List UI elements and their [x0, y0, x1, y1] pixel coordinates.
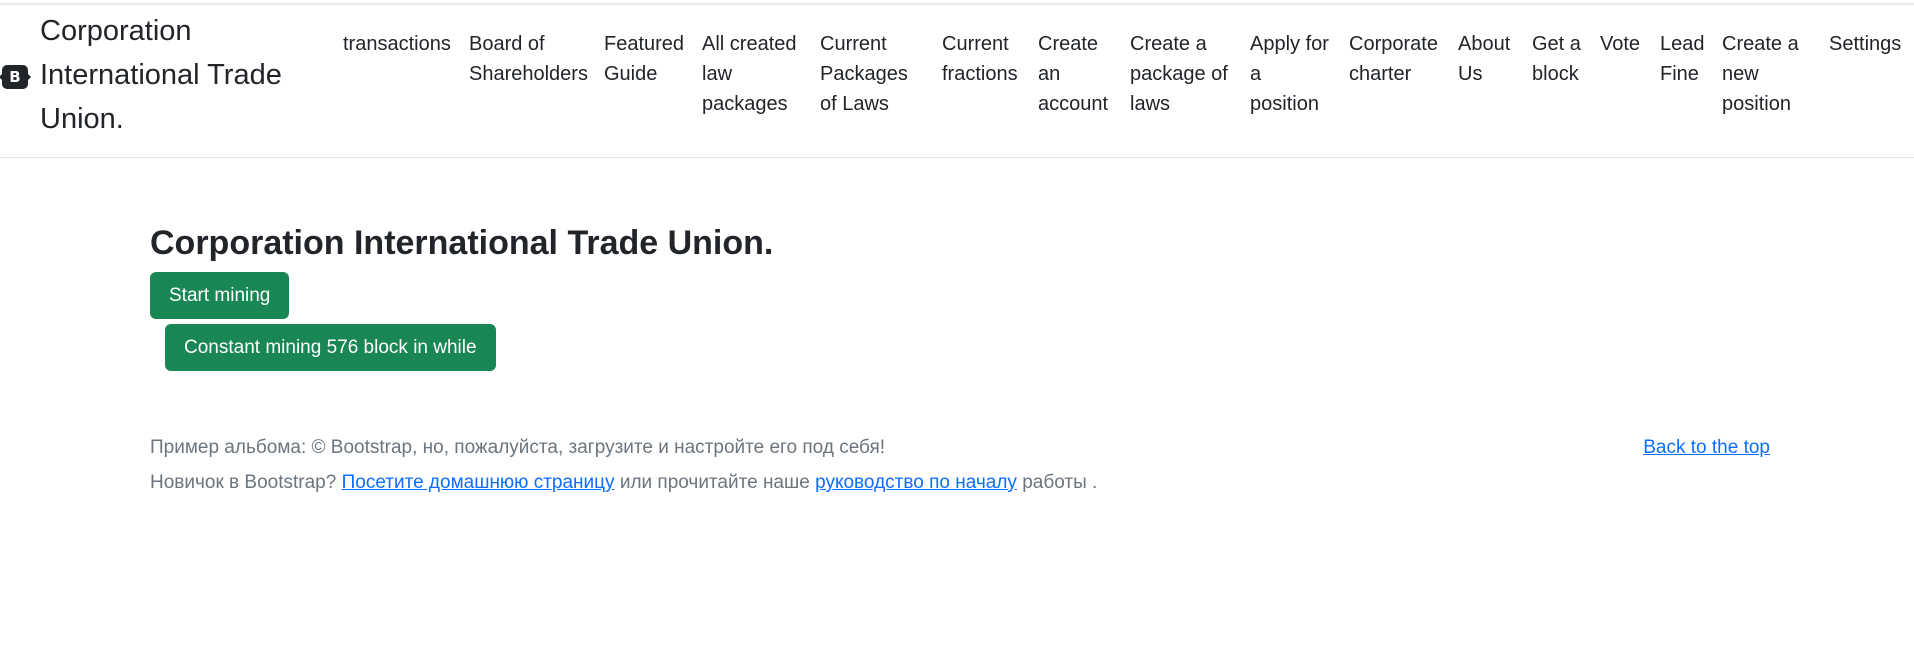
- navbar: B Corporation International Trade Union.…: [0, 5, 1914, 158]
- constant-mining-button[interactable]: Constant mining 576 block in while: [165, 324, 496, 371]
- nav-link-featured-guide[interactable]: Featured Guide: [604, 29, 690, 89]
- back-to-top-link[interactable]: Back to the top: [1643, 430, 1770, 465]
- page-title: Corporation International Trade Union.: [150, 224, 774, 262]
- start-mining-button[interactable]: Start mining: [150, 272, 290, 319]
- footer-line-1: Пример альбома: © Bootstrap, но, пожалуй…: [150, 437, 886, 458]
- nav-link-current-fractions[interactable]: Current fractions: [942, 29, 1028, 89]
- nav-link-all-created-law-packages[interactable]: All created law packages: [702, 29, 812, 119]
- nav-link-vote[interactable]: Vote: [1600, 29, 1640, 59]
- nav-link-about-us[interactable]: About Us: [1458, 29, 1520, 89]
- nav-link-create-new-position[interactable]: Create a new position: [1722, 29, 1808, 119]
- footer-line-2-prefix: Новичок в Bootstrap?: [150, 472, 337, 493]
- nav-link-current-packages-of-laws[interactable]: Current Packages of Laws: [820, 29, 920, 119]
- nav-link-lead-fine[interactable]: Lead Fine: [1660, 29, 1708, 89]
- nav-link-create-an-account[interactable]: Create an account: [1038, 29, 1114, 119]
- brand-title-link[interactable]: Corporation International Trade Union.: [40, 9, 310, 141]
- bootstrap-logo-icon: B: [0, 65, 31, 89]
- nav-link-settings[interactable]: Settings: [1829, 29, 1901, 59]
- nav-link-get-a-block[interactable]: Get a block: [1532, 29, 1586, 89]
- nav-link-corporate-charter[interactable]: Corporate charter: [1349, 29, 1444, 89]
- footer: Back to the top Пример альбома: © Bootst…: [150, 430, 1770, 500]
- footer-line-2-middle: или прочитайте наше: [619, 472, 810, 493]
- getting-started-guide-link[interactable]: руководство по началу: [815, 472, 1017, 493]
- nav-link-transactions[interactable]: transactions: [343, 29, 451, 59]
- footer-line-2-suffix: работы .: [1022, 472, 1098, 493]
- nav-link-create-package-of-laws[interactable]: Create a package of laws: [1130, 29, 1238, 119]
- footer-line-2: Новичок в Bootstrap? Посетите домашнюю с…: [150, 465, 1770, 500]
- nav-link-board-of-shareholders[interactable]: Board of Shareholders: [469, 29, 589, 89]
- nav-link-apply-for-position[interactable]: Apply for a position: [1250, 29, 1334, 119]
- main-content: Corporation International Trade Union.: [150, 215, 773, 271]
- homepage-link[interactable]: Посетите домашнюю страницу: [342, 472, 615, 493]
